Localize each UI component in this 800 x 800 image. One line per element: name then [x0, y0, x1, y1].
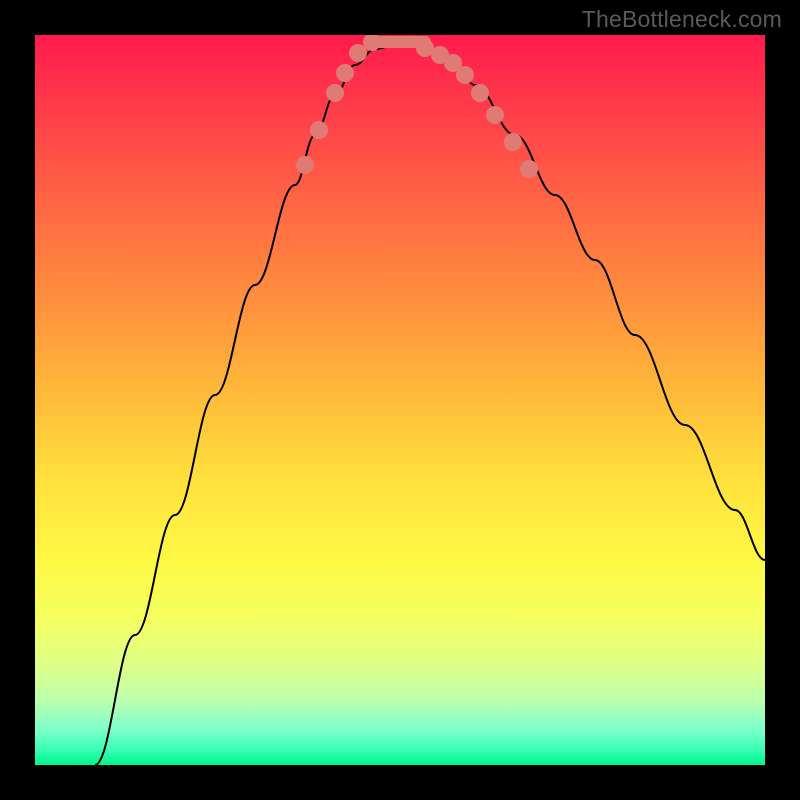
chart-frame: TheBottleneck.com: [0, 0, 800, 800]
curve-marker: [349, 44, 367, 62]
curve-markers-left: [296, 35, 381, 174]
curve-markers-right: [416, 39, 538, 178]
curve-marker: [471, 84, 489, 102]
curve-layer: [35, 35, 765, 765]
watermark-text: TheBottleneck.com: [582, 6, 782, 33]
curve-marker: [296, 156, 314, 174]
curve-marker: [310, 121, 328, 139]
curve-marker: [326, 84, 344, 102]
curve-marker: [486, 106, 504, 124]
plot-area: [35, 35, 765, 765]
curve-marker: [456, 66, 474, 84]
curve-marker: [520, 160, 538, 178]
bottleneck-curve: [95, 45, 765, 765]
curve-marker: [504, 133, 522, 151]
curve-marker: [336, 64, 354, 82]
